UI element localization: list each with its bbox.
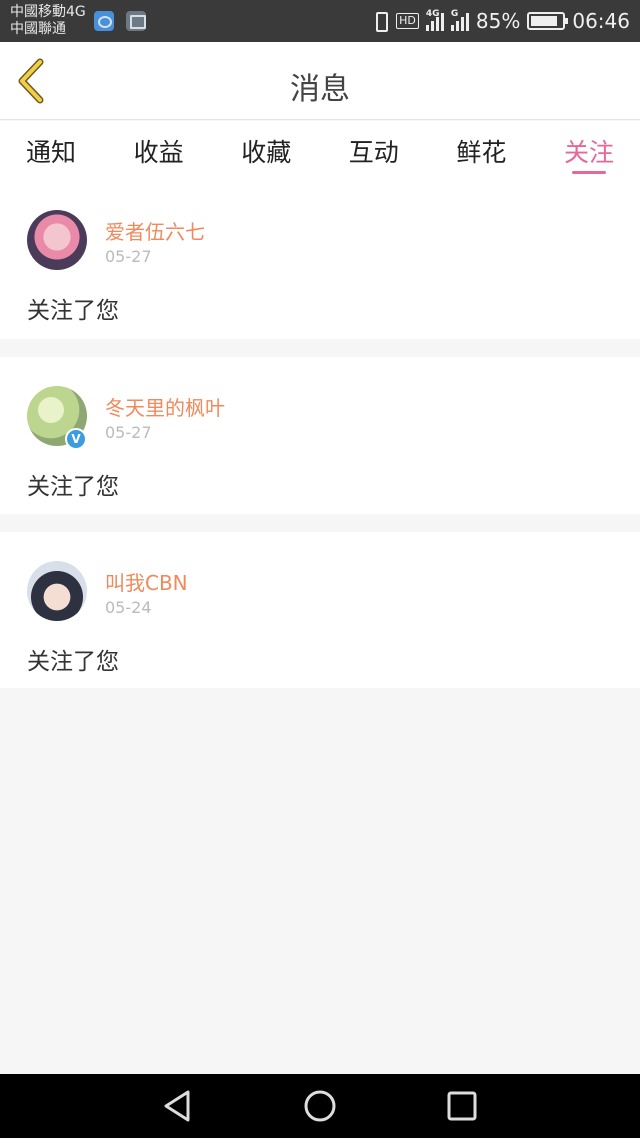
app-notification-icon bbox=[94, 11, 114, 31]
back-triangle-icon[interactable] bbox=[160, 1088, 196, 1124]
list-item[interactable]: 叫我CBN 05-24 关注了您 bbox=[0, 532, 640, 688]
username[interactable]: 爱者伍六七 bbox=[105, 216, 205, 245]
message-text: 关注了您 bbox=[27, 649, 119, 675]
tab-label: 通知 bbox=[26, 138, 77, 167]
header: 消息 bbox=[0, 42, 640, 120]
verified-badge-icon: V bbox=[65, 428, 87, 450]
system-nav-bar bbox=[0, 1074, 640, 1138]
net-4g-label: 4G bbox=[425, 9, 440, 19]
battery-percent: 85% bbox=[475, 9, 521, 33]
active-tab-indicator bbox=[571, 171, 606, 174]
message-text: 关注了您 bbox=[27, 298, 119, 324]
carrier-2: 中國聯通 bbox=[10, 21, 66, 37]
tab-label: 互动 bbox=[348, 138, 399, 167]
avatar[interactable] bbox=[27, 210, 87, 270]
clock: 06:46 bbox=[572, 9, 630, 33]
list-item[interactable]: 爱者伍六七 05-27 关注了您 bbox=[0, 181, 640, 339]
tab-interactions[interactable]: 互动 bbox=[349, 121, 399, 181]
hd-badge: HD bbox=[396, 13, 419, 29]
message-date: 05-24 bbox=[105, 598, 152, 617]
vibrate-icon bbox=[371, 10, 389, 32]
tab-label: 鲜花 bbox=[456, 138, 507, 167]
battery-icon bbox=[527, 12, 569, 30]
carrier-1: 中國移動4G bbox=[10, 4, 86, 20]
message-text: 关注了您 bbox=[27, 474, 119, 500]
tab-follows[interactable]: 关注 bbox=[564, 121, 614, 181]
home-circle-icon[interactable] bbox=[302, 1088, 338, 1124]
status-bar: 中國移動4G 中國聯通 HD 4G G 85% 06:46 bbox=[0, 0, 640, 42]
tab-label: 关注 bbox=[563, 138, 614, 167]
tab-favorites[interactable]: 收藏 bbox=[241, 121, 291, 181]
username[interactable]: 冬天里的枫叶 bbox=[105, 392, 225, 421]
list-item[interactable]: V 冬天里的枫叶 05-27 关注了您 bbox=[0, 357, 640, 514]
tab-label: 收藏 bbox=[241, 138, 292, 167]
avatar[interactable] bbox=[27, 561, 87, 621]
page-title: 消息 bbox=[290, 72, 350, 107]
recents-square-icon[interactable] bbox=[444, 1088, 480, 1124]
tab-flowers[interactable]: 鲜花 bbox=[456, 121, 506, 181]
tab-earnings[interactable]: 收益 bbox=[134, 121, 184, 181]
signal-g-icon: G bbox=[450, 9, 469, 31]
tab-notifications[interactable]: 通知 bbox=[26, 121, 76, 181]
gallery-icon bbox=[126, 11, 146, 31]
message-date: 05-27 bbox=[105, 247, 152, 266]
username[interactable]: 叫我CBN bbox=[105, 567, 188, 596]
message-date: 05-27 bbox=[105, 423, 152, 442]
tab-label: 收益 bbox=[133, 138, 184, 167]
status-right: HD 4G G 85% 06:46 bbox=[371, 0, 630, 42]
carrier-info: 中國移動4G 中國聯通 bbox=[10, 4, 86, 38]
signal-4g-icon: 4G bbox=[425, 9, 444, 31]
net-g-label: G bbox=[450, 9, 459, 19]
tab-bar: 通知 收益 收藏 互动 鲜花 关注 bbox=[0, 121, 640, 181]
